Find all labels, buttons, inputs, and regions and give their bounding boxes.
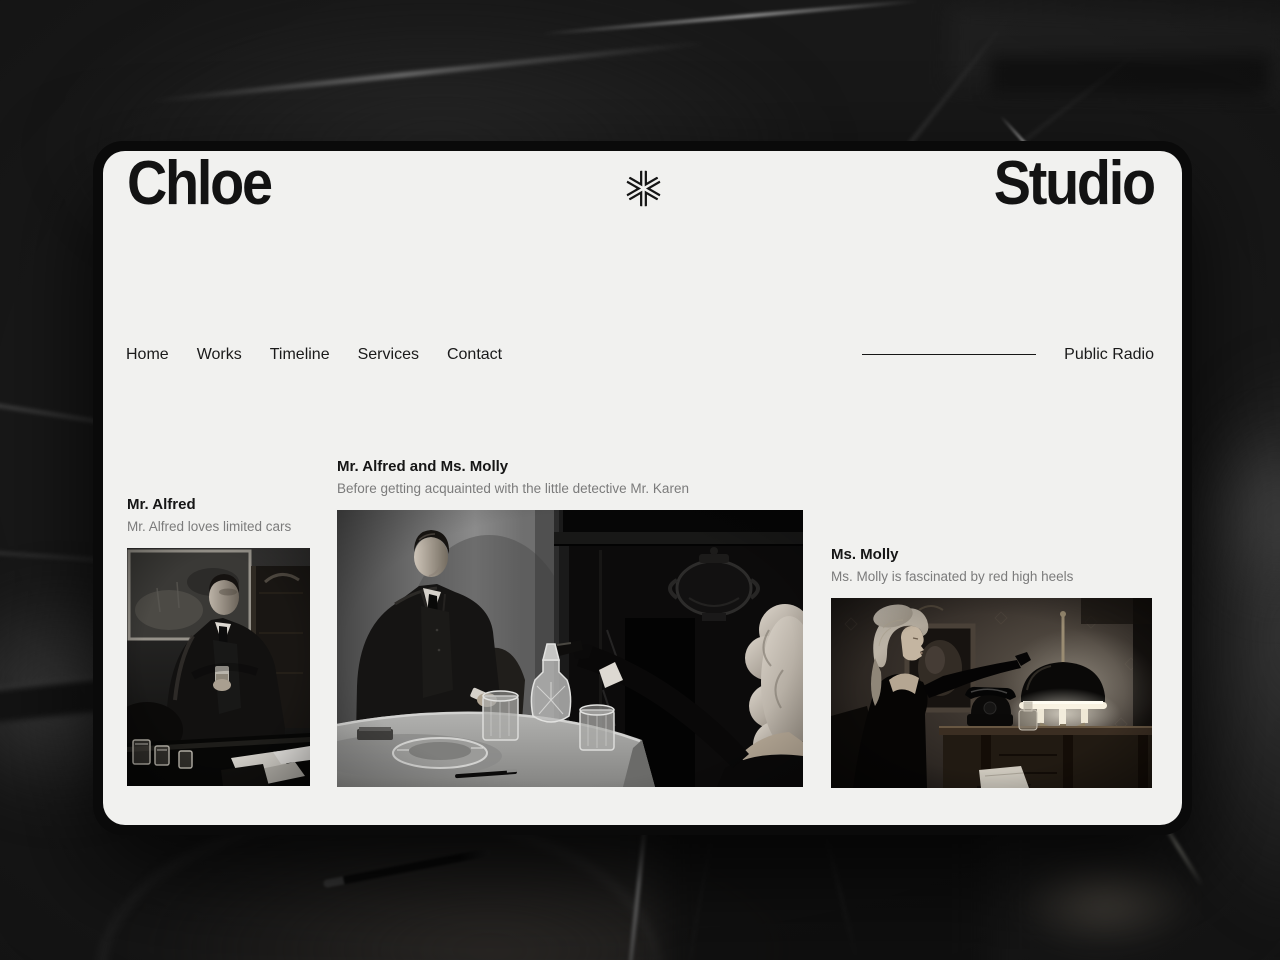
nav-item-home[interactable]: Home <box>126 346 169 364</box>
backdrop-blob-bottomright <box>1015 858 1195 948</box>
backdrop-table-glow <box>140 820 840 960</box>
work-subtitle: Mr. Alfred loves limited cars <box>127 517 310 537</box>
brand-chloe: Chloe <box>127 153 271 215</box>
nav-item-timeline[interactable]: Timeline <box>270 346 330 364</box>
work-subtitle: Ms. Molly is fascinated by red high heel… <box>831 567 1152 587</box>
work-card-ms-molly: Ms. Molly Ms. Molly is fascinated by red… <box>831 545 1152 788</box>
work-title: Ms. Molly <box>831 545 1152 565</box>
site-card-frame: Chloe Studio Home Works Timeline Service… <box>93 141 1192 835</box>
backdrop-mantel-topright <box>949 4 1280 96</box>
photo-ms-molly[interactable] <box>831 598 1152 788</box>
work-card-mr-alfred: Mr. Alfred Mr. Alfred loves limited cars <box>127 495 310 786</box>
nav-item-contact[interactable]: Contact <box>447 346 502 364</box>
work-title: Mr. Alfred <box>127 495 310 515</box>
work-subtitle: Before getting acquainted with the littl… <box>337 479 803 499</box>
nav-item-works[interactable]: Works <box>197 346 242 364</box>
main-nav: Home Works Timeline Services Contact <box>126 346 502 364</box>
backdrop-glass-streak <box>687 819 716 960</box>
divider-line <box>862 354 1036 355</box>
work-title: Mr. Alfred and Ms. Molly <box>337 457 803 477</box>
backdrop-figure-right-hl <box>1200 420 1280 610</box>
backdrop-streak <box>541 0 920 36</box>
backdrop-glass-streak <box>821 824 859 960</box>
site-card: Chloe Studio Home Works Timeline Service… <box>103 151 1182 825</box>
work-card-mr-alfred-and-ms-molly: Mr. Alfred and Ms. Molly Before getting … <box>337 457 803 787</box>
backdrop-pen <box>323 848 491 888</box>
public-radio-link[interactable]: Public Radio <box>1064 346 1154 364</box>
backdrop-streak <box>151 41 708 104</box>
backdrop-mantel-shadow <box>990 55 1270 95</box>
asterisk-icon <box>625 170 662 207</box>
photo-mr-alfred-and-ms-molly[interactable] <box>337 510 803 787</box>
brand-studio: Studio <box>994 153 1154 215</box>
photo-mr-alfred[interactable] <box>127 548 310 786</box>
nav-item-services[interactable]: Services <box>358 346 419 364</box>
